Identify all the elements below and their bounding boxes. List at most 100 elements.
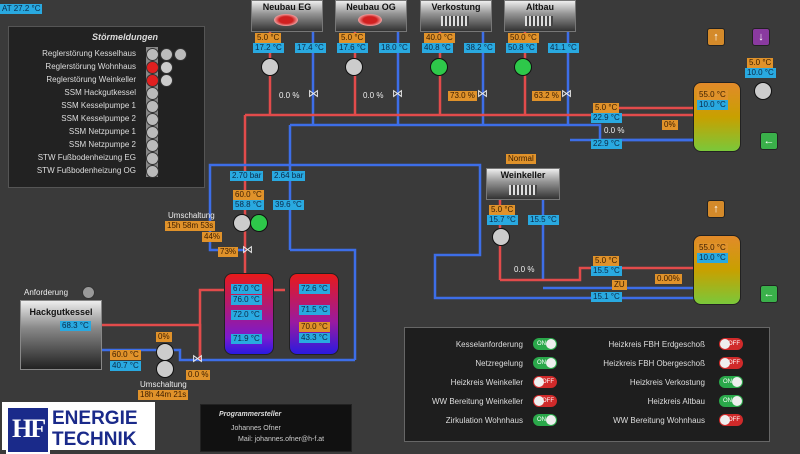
circuit-header[interactable]: Neubau OG xyxy=(335,0,407,32)
status-panel: Kesselanforderung ON Netzregelung ON Heizkre… xyxy=(404,327,770,442)
toggle-knob xyxy=(534,377,544,387)
arrow-down-icon[interactable]: ↓ xyxy=(752,28,770,46)
circulation-pump-icon[interactable] xyxy=(754,82,772,100)
circuit-pump-icon[interactable] xyxy=(430,58,448,76)
toggle-knob xyxy=(546,358,556,368)
boiler-unit[interactable]: Hackgutkessel xyxy=(20,300,102,370)
programmer-title: Programmersteller xyxy=(219,411,282,418)
alarm-label: Reglerstörung Weinkeller xyxy=(46,75,136,84)
status-label: Heizkreis Altbau xyxy=(647,397,705,406)
status-toggle[interactable]: ON xyxy=(533,414,557,426)
boiler-valve-icon[interactable]: ⋈ xyxy=(192,352,203,365)
outdoor-temp: AT 27.2 °C xyxy=(0,4,43,14)
weinkeller-flow: 15.7 °C xyxy=(487,215,518,225)
circuit-header[interactable]: Altbau xyxy=(504,0,576,32)
alarm-label: SSM Hackgutkessel xyxy=(64,88,136,97)
status-label: Heizkreis FBH Obergeschoß xyxy=(603,359,705,368)
dhw-top-valve2: 0% xyxy=(662,120,678,130)
status-toggle[interactable]: OFF xyxy=(719,414,743,426)
boiler-request-label: Anforderung xyxy=(24,288,69,297)
floor-heating-icon xyxy=(358,14,382,26)
logo-line2: TECHNIK xyxy=(52,429,137,450)
circuit-pump-icon[interactable] xyxy=(345,58,363,76)
arrow-up-icon-2[interactable]: ↑ xyxy=(707,200,725,218)
alarm-label: SSM Netzpumpe 2 xyxy=(68,140,136,149)
toggle-knob xyxy=(720,339,730,349)
boiler-valve-top: 0% xyxy=(156,332,172,342)
circuit-set: 5.0 °C xyxy=(255,33,282,43)
alarm-led xyxy=(146,61,159,74)
dhw-top-side-value: 10.0 °C xyxy=(745,68,776,78)
mixing-valve-icon[interactable]: ⋈ xyxy=(561,87,572,100)
arrow-left-icon-2[interactable]: ← xyxy=(760,285,778,303)
circuit-return: 38.2 °C xyxy=(464,43,495,53)
mixing-valve-icon[interactable]: ⋈ xyxy=(392,87,403,100)
programmer-mail: Mail: johannes.ofner@h-f.at xyxy=(238,436,325,443)
mixing-valve-icon[interactable]: ⋈ xyxy=(477,87,488,100)
status-label: Zirkulation Wohnhaus xyxy=(445,416,523,425)
alarm-led xyxy=(146,48,159,61)
circuit-valve: 63.2 % xyxy=(532,91,561,101)
weinkeller-status: Normal xyxy=(506,154,536,164)
radiator-icon xyxy=(509,185,537,195)
valve-icon[interactable]: ⋈ xyxy=(242,243,253,256)
status-toggle[interactable]: ON xyxy=(719,376,743,388)
company-logo: HF ENERGIE TECHNIK xyxy=(2,402,155,454)
boiler-pump-2-icon[interactable] xyxy=(156,360,174,378)
boiler-name: Hackgutkessel xyxy=(29,307,93,317)
buffer1-temp: 71.9 °C xyxy=(231,334,262,344)
circuit-set: 5.0 °C xyxy=(339,33,366,43)
mixing-valve-icon[interactable]: ⋈ xyxy=(308,87,319,100)
circuit-name: Neubau EG xyxy=(262,2,312,12)
logo-mark: HF xyxy=(6,406,50,454)
buffer2-temp: 72.6 °C xyxy=(299,284,330,294)
status-toggle[interactable]: OFF xyxy=(719,338,743,350)
toggle-knob xyxy=(732,396,742,406)
circuit-name: Neubau OG xyxy=(346,2,396,12)
weinkeller-pump-icon[interactable] xyxy=(492,228,510,246)
buffer1-temp: 67.0 °C xyxy=(231,284,262,294)
dhw-top-tank-top: 55.0 °C xyxy=(697,90,728,100)
buffer2-temp: 43.3 °C xyxy=(299,333,330,343)
network-pump-1-icon[interactable] xyxy=(233,214,251,232)
circuit-name: Verkostung xyxy=(431,2,481,12)
dhw-top-valve: 0.0 % xyxy=(604,126,625,135)
circuit-set: 50.0 °C xyxy=(508,33,539,43)
status-toggle[interactable]: OFF xyxy=(719,357,743,369)
toggle-knob xyxy=(534,396,544,406)
logo-line1: ENERGIE xyxy=(52,408,138,429)
circuit-pump-icon[interactable] xyxy=(514,58,532,76)
boiler-valve: 0.0 % xyxy=(186,370,211,380)
circuit-header[interactable]: Neubau EG xyxy=(251,0,323,32)
weinkeller-header[interactable]: Weinkeller xyxy=(486,168,560,200)
circuit-return: 18.0 °C xyxy=(379,43,410,53)
arrow-left-icon[interactable]: ← xyxy=(760,132,778,150)
alarm-led xyxy=(146,152,159,165)
boiler-pump-1-icon[interactable] xyxy=(156,343,174,361)
dhw-bottom-hx-in: 15.5 °C xyxy=(591,266,622,276)
status-toggle[interactable]: ON xyxy=(719,395,743,407)
circuit-header[interactable]: Verkostung xyxy=(420,0,492,32)
circuit-pump-icon[interactable] xyxy=(261,58,279,76)
circuit-flow: 17.2 °C xyxy=(253,43,284,53)
status-toggle[interactable]: OFF xyxy=(533,376,557,388)
status-toggle[interactable]: ON xyxy=(533,357,557,369)
status-label: Kesselanforderung xyxy=(455,340,523,349)
network-set: 60.0 °C xyxy=(233,190,264,200)
arrow-up-icon[interactable]: ↑ xyxy=(707,28,725,46)
circuit-set: 40.0 °C xyxy=(424,33,455,43)
status-label: WW Bereitung Weinkeller xyxy=(432,397,523,406)
toggle-text: ON xyxy=(537,417,546,423)
network-pump-2-icon[interactable] xyxy=(250,214,268,232)
status-label: Netzregelung xyxy=(475,359,523,368)
alarm-led xyxy=(160,74,173,87)
weinkeller-valve: 0.0 % xyxy=(514,265,535,274)
boiler-temp: 68.3 °C xyxy=(60,321,91,331)
dhw-bottom-return: 15.1 °C xyxy=(591,292,622,302)
circuit-valve: 0.0 % xyxy=(279,91,300,100)
status-toggle[interactable]: OFF xyxy=(533,395,557,407)
status-toggle[interactable]: ON xyxy=(533,338,557,350)
toggle-knob xyxy=(546,339,556,349)
circuit-flow: 50.8 °C xyxy=(506,43,537,53)
alarm-label: Reglerstörung Wohnhaus xyxy=(45,62,136,71)
